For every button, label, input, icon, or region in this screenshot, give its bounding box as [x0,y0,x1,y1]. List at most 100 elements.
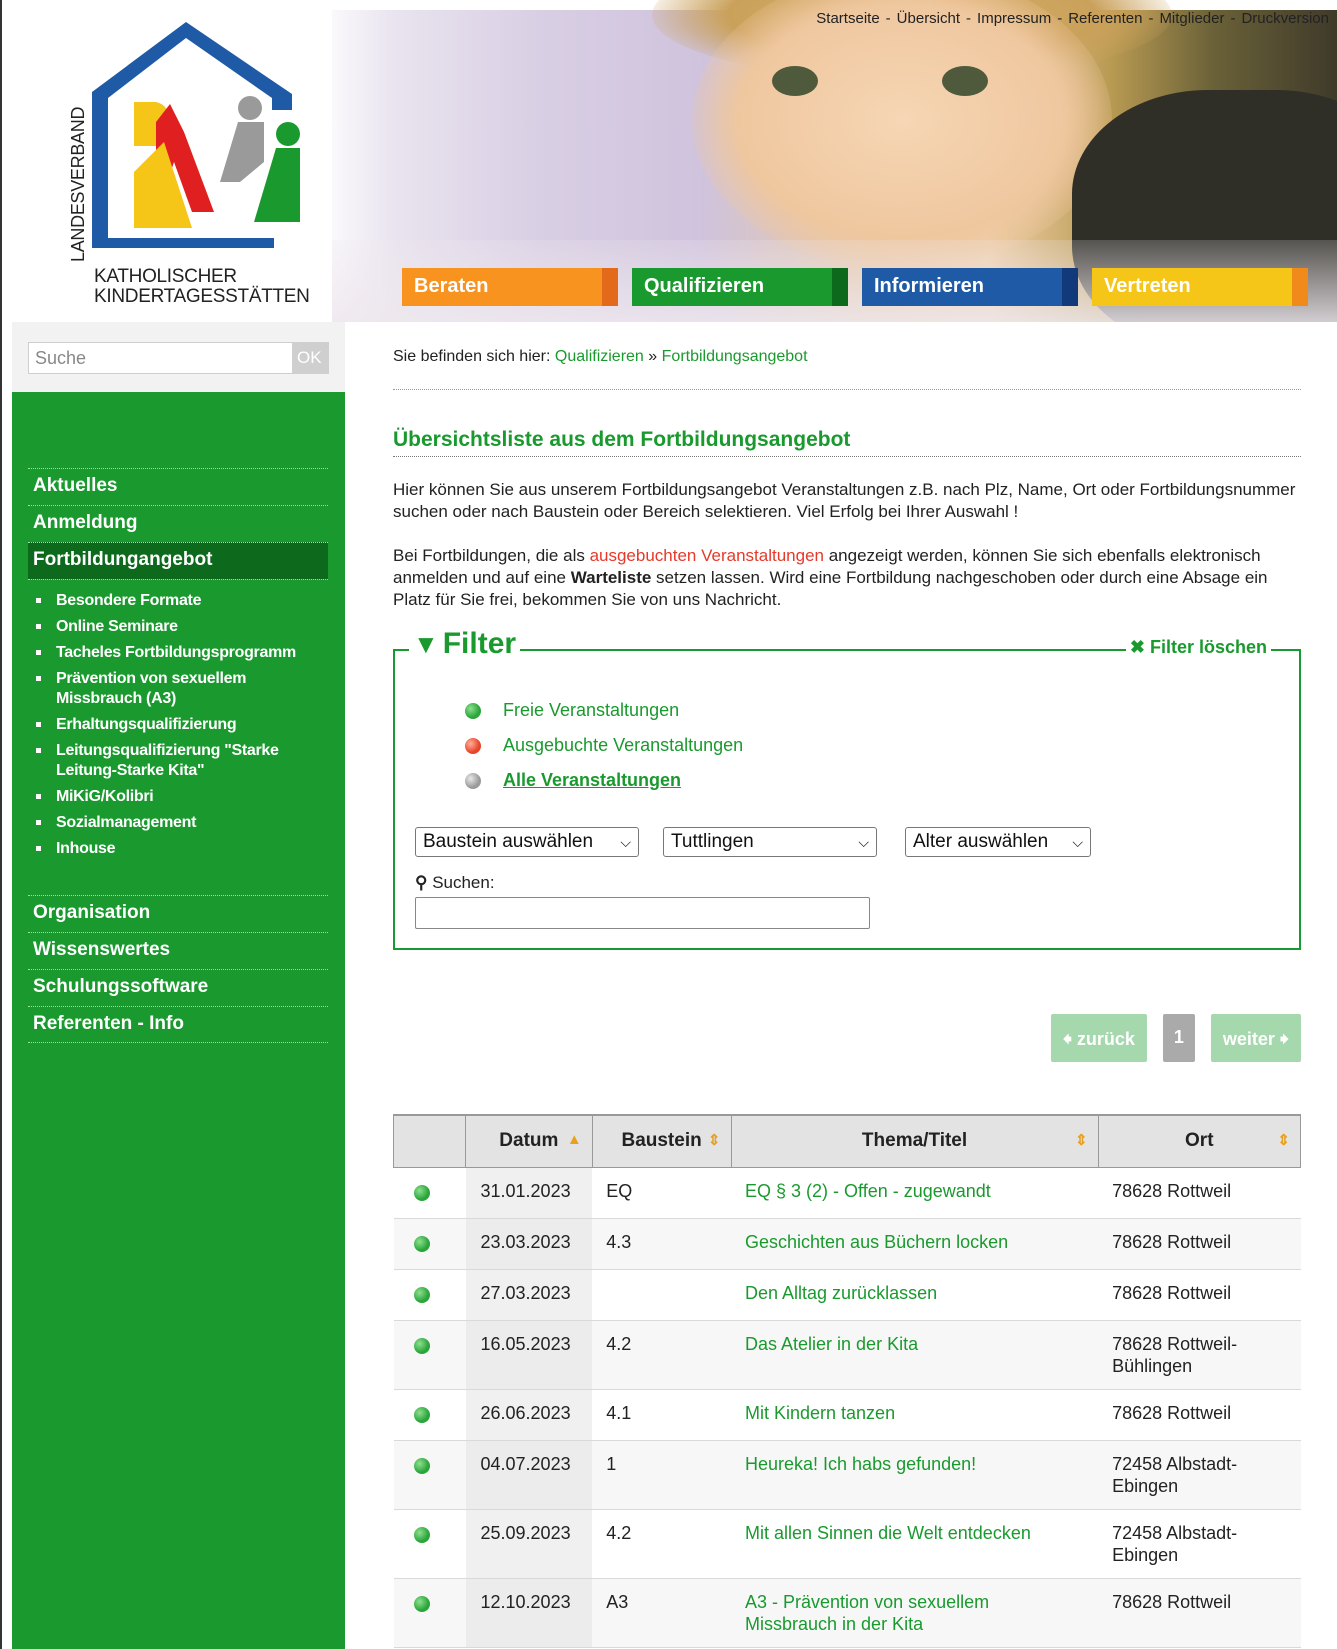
sidebar-sub-inhouse[interactable]: Inhouse [28,836,328,862]
sort-asc-icon: ▲ [566,1131,582,1148]
status-filter-all[interactable]: Alle Veranstaltungen [465,763,743,798]
mainnav-qualifizieren[interactable]: Qualifizieren [632,268,848,306]
green-dot-icon [413,1286,430,1303]
prev-page-button[interactable]: 🠸 zurück [1050,1014,1147,1062]
sidebar-sub-mikig-kolibri[interactable]: MiKiG/Kolibri [28,784,328,810]
notice-text: Bei Fortbildungen, die als ausgebuchten … [393,546,1268,609]
mainnav-vertreten[interactable]: Vertreten [1092,268,1308,306]
topnav-impressum[interactable]: Impressum [977,10,1051,27]
table-row[interactable]: 31.01.2023 EQ EQ § 3 (2) - Offen - zugew… [393,1167,1301,1219]
event-title-link[interactable]: Geschichten aus Büchern locken [731,1218,1099,1270]
green-dot-icon [413,1595,430,1612]
table-row[interactable]: 12.10.2023 A3 A3 - Prävention von sexuel… [393,1578,1301,1648]
topnav-uebersicht[interactable]: Übersicht [897,10,960,27]
breadcrumb-qualifizieren[interactable]: Qualifizieren [555,348,644,365]
green-dot-icon [413,1457,430,1474]
table-row[interactable]: 27.03.2023 Den Alltag zurücklassen 78628… [393,1269,1301,1321]
next-page-button[interactable]: weiter 🠺 [1210,1014,1301,1062]
logo-text: KATHOLISCHER KINDERTAGESSTÄTTEN [94,266,310,307]
events-table: Datum ▲ Baustein ⇕ Thema/Titel ⇕ Ort ⇕ 31.01… [393,1114,1302,1648]
funnel-icon: ▼ [413,629,439,659]
main-content: Sie befinden sich hier: Qualifizieren » … [393,322,1302,1648]
grey-dot-icon [465,772,481,789]
event-title-link[interactable]: Heureka! Ich habs gefunden! [731,1440,1099,1510]
arrow-left-icon: 🠸 [1062,1029,1072,1049]
site-header: LANDESVERBAND KATHOLISCHER KINDERTAGESST… [12,0,1337,322]
alter-select[interactable]: Alter auswählen ⌵ [905,827,1091,857]
topnav-referenten[interactable]: Referenten [1068,10,1142,27]
filter-clear-button[interactable]: ✖ Filter löschen [1125,637,1271,658]
green-dot-icon [413,1526,430,1543]
search-ok-button[interactable]: OK [293,342,329,374]
search-input[interactable]: Suche [28,342,293,374]
page-number-button[interactable]: 1 [1162,1014,1195,1062]
event-title-link[interactable]: Den Alltag zurücklassen [731,1269,1099,1321]
green-dot-icon [413,1235,430,1252]
sort-icon: ⇕ [1277,1132,1290,1149]
sidebar-item-fortbildungangebot[interactable]: Fortbildungangebot [28,542,328,579]
table-row[interactable]: 04.07.2023 1 Heureka! Ich habs gefunden!… [393,1440,1301,1510]
sidebar-sub-tacheles[interactable]: Tacheles Fortbildungsprogramm [28,640,328,666]
mainnav-informieren[interactable]: Informieren [862,268,1078,306]
topnav-startseite[interactable]: Startseite [816,10,879,27]
chevron-down-icon: ⌵ [1072,833,1083,850]
filter-search-input[interactable] [415,897,870,929]
col-datum[interactable]: Datum ▲ [465,1114,593,1168]
green-dot-icon [413,1184,430,1201]
table-row[interactable]: 26.06.2023 4.1 Mit Kindern tanzen 78628 … [393,1389,1301,1441]
chevron-down-icon: ⌵ [620,833,631,850]
col-ort[interactable]: Ort ⇕ [1097,1114,1302,1168]
sidebar: Aktuelles Anmeldung Fortbildungangebot B… [12,392,345,1649]
sidebar-menu-bottom: Organisation Wissenswertes Schulungssoft… [28,895,328,1043]
mainnav-beraten[interactable]: Beraten [402,268,618,306]
topnav-mitglieder[interactable]: Mitglieder [1159,10,1224,27]
sidebar-item-wissenswertes[interactable]: Wissenswertes [28,932,328,969]
col-thema[interactable]: Thema/Titel ⇕ [730,1114,1099,1168]
event-title-link[interactable]: A3 - Prävention von sexuellem Missbrauch… [731,1578,1099,1648]
event-title-link[interactable]: EQ § 3 (2) - Offen - zugewandt [731,1167,1099,1219]
sidebar-sub-leitungsqualifizierung[interactable]: Leitungsqualifizierung "Starke Leitung-S… [28,738,328,784]
sidebar-item-anmeldung[interactable]: Anmeldung [28,505,328,542]
top-nav: Startseite - Übersicht - Impressum - Ref… [816,10,1329,27]
logo-vertical-text: LANDESVERBAND [68,106,88,262]
col-status [393,1114,466,1168]
sidebar-item-schulungssoftware[interactable]: Schulungssoftware [28,969,328,1006]
topnav-druckversion[interactable]: Druckversion [1241,10,1329,27]
event-title-link[interactable]: Das Atelier in der Kita [731,1320,1099,1390]
sidebar-item-organisation[interactable]: Organisation [28,895,328,932]
event-title-link[interactable]: Mit allen Sinnen die Welt entdecken [731,1509,1099,1579]
logo-mark [92,22,300,248]
green-dot-icon [413,1337,430,1354]
table-row[interactable]: 23.03.2023 4.3 Geschichten aus Büchern l… [393,1218,1301,1270]
green-dot-icon [413,1406,430,1423]
breadcrumb: Sie befinden sich hier: Qualifizieren » … [393,322,1301,390]
search-icon: ⚲ [415,873,428,892]
sidebar-item-aktuelles[interactable]: Aktuelles [28,468,328,505]
status-filter-free[interactable]: Freie Veranstaltungen [465,693,743,728]
breadcrumb-fortbildungsangebot[interactable]: Fortbildungsangebot [662,348,808,365]
page-left-border [0,0,2,1649]
logo[interactable]: LANDESVERBAND KATHOLISCHER KINDERTAGESST… [12,0,332,322]
col-baustein[interactable]: Baustein ⇕ [591,1114,732,1168]
sidebar-sub-sozialmanagement[interactable]: Sozialmanagement [28,810,328,836]
arrow-right-icon: 🠺 [1279,1029,1289,1049]
table-row[interactable]: 16.05.2023 4.2 Das Atelier in der Kita 7… [393,1320,1301,1390]
baustein-select[interactable]: Baustein auswählen ⌵ [415,827,639,857]
green-dot-icon [465,702,481,719]
sidebar-sub-besondere-formate[interactable]: Besondere Formate [28,588,328,614]
table-row[interactable]: 25.09.2023 4.2 Mit allen Sinnen die Welt… [393,1509,1301,1579]
sort-icon: ⇕ [1075,1132,1088,1149]
status-filter-booked[interactable]: Ausgebuchte Veranstaltungen [465,728,743,763]
sidebar-menu: Aktuelles Anmeldung Fortbildungangebot B… [28,468,328,870]
filter-selects: Baustein auswählen ⌵ Tuttlingen ⌵ Alter au… [415,827,1091,857]
ort-select[interactable]: Tuttlingen ⌵ [663,827,877,857]
chevron-down-icon: ⌵ [858,833,869,850]
sidebar-sub-online-seminare[interactable]: Online Seminare [28,614,328,640]
sidebar-item-referenten-info[interactable]: Referenten - Info [28,1006,328,1043]
sidebar-sub-praevention[interactable]: Prävention von sexuellem Missbrauch (A3) [28,666,328,712]
main-nav: Beraten Qualifizieren Informieren Vertre… [402,268,1322,306]
close-icon: ✖ [1129,637,1145,657]
sidebar-sub-erhaltungsqualifizierung[interactable]: Erhaltungsqualifizierung [28,712,328,738]
event-title-link[interactable]: Mit Kindern tanzen [731,1389,1099,1441]
intro-text: Hier können Sie aus unserem Fortbildungs… [393,480,1296,521]
